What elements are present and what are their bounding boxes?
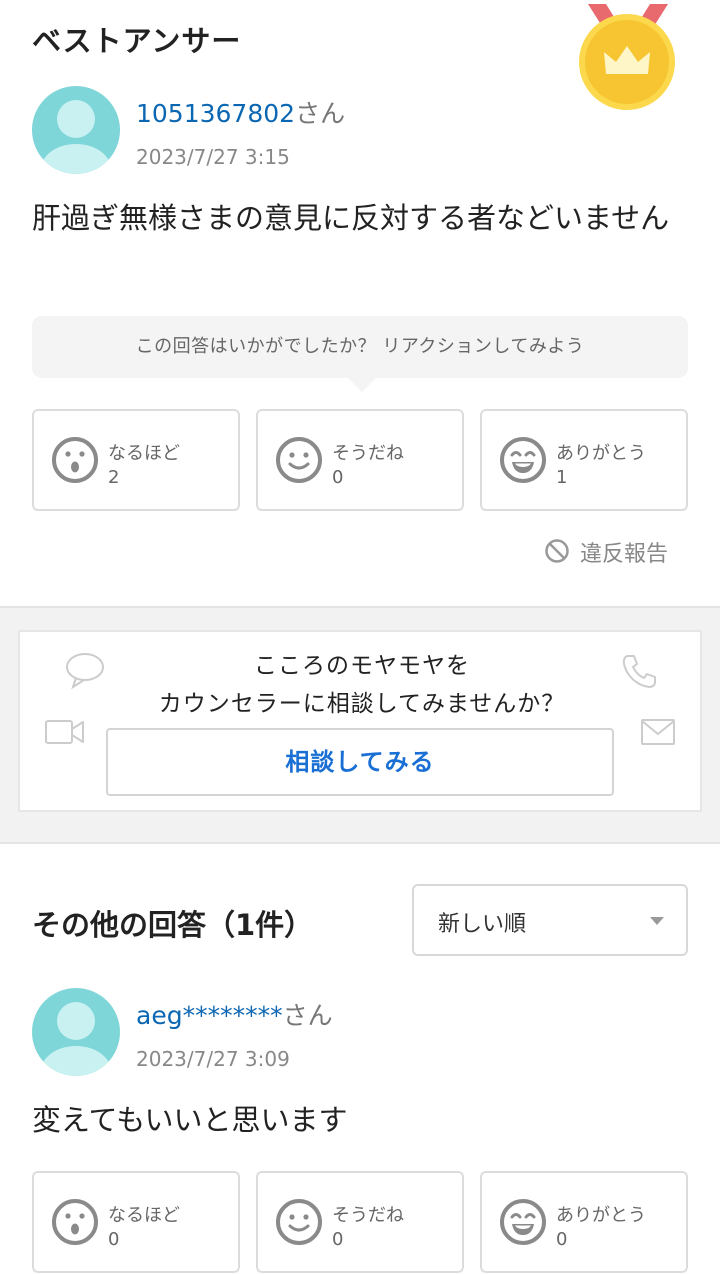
- reaction-count: 0: [332, 467, 344, 488]
- reaction-label: ありがとう: [556, 443, 646, 464]
- smile-face-icon: [276, 437, 322, 483]
- best-answer-medal-icon: [579, 4, 675, 110]
- reaction-naruhodo-button[interactable]: なるほど 2: [32, 409, 240, 511]
- dropdown-arrow-icon: [650, 917, 664, 925]
- mail-icon: [641, 719, 675, 745]
- user-name-link[interactable]: 1051367802: [136, 99, 295, 128]
- user-suffix: さん: [295, 99, 346, 128]
- grin-face-icon: [500, 437, 546, 483]
- reaction-count: 0: [556, 1229, 568, 1250]
- reaction-prompt-text: この回答はいかがでしたか？ リアクションしてみよう: [135, 336, 585, 357]
- best-answer-title: ベストアンサー: [32, 24, 242, 58]
- avatar[interactable]: [32, 86, 120, 174]
- other-answers-title: その他の回答（1件）: [32, 908, 314, 942]
- counsel-line-2: カウンセラーに相談してみませんか？: [158, 691, 566, 717]
- reaction-prompt: この回答はいかがでしたか？ リアクションしてみよう: [32, 316, 688, 392]
- reaction-arigatou-button[interactable]: ありがとう 0: [480, 1171, 688, 1273]
- answer-date: 2023/7/27 3:15: [136, 145, 290, 169]
- user-name-link[interactable]: aeg********: [136, 1001, 283, 1030]
- reaction-count: 2: [108, 467, 120, 488]
- prohibited-icon: [545, 539, 569, 563]
- reaction-label: ありがとう: [556, 1205, 646, 1226]
- reaction-count: 0: [108, 1229, 120, 1250]
- report-label: 違反報告: [580, 542, 669, 567]
- answer-text: 肝過ぎ無様さまの意見に反対する者などいません: [32, 201, 670, 235]
- sort-select[interactable]: 新しい順: [412, 884, 688, 956]
- reaction-arigatou-button[interactable]: ありがとう 1: [480, 409, 688, 511]
- reaction-naruhodo-button[interactable]: なるほど 0: [32, 1171, 240, 1273]
- avatar[interactable]: [32, 988, 120, 1076]
- answer-text: 変えてもいいと思います: [32, 1103, 348, 1137]
- phone-icon: [622, 655, 656, 688]
- user-line: aeg********さん: [136, 996, 333, 1032]
- reaction-soudane-button[interactable]: そうだね 0: [256, 409, 464, 511]
- grin-face-icon: [500, 1199, 546, 1245]
- consult-button[interactable]: 相談してみる: [106, 728, 614, 796]
- chat-bubble-icon: [66, 653, 104, 690]
- reaction-label: なるほど: [108, 1205, 180, 1226]
- counsel-line-1: こころのモヤモヤを: [254, 653, 470, 679]
- surprised-face-icon: [52, 1199, 98, 1245]
- sort-selected-value: 新しい順: [438, 912, 527, 937]
- user-suffix: さん: [282, 1001, 333, 1030]
- surprised-face-icon: [52, 437, 98, 483]
- reaction-count: 1: [556, 467, 568, 488]
- reaction-label: そうだね: [332, 1205, 404, 1226]
- reaction-label: そうだね: [332, 443, 404, 464]
- reaction-label: なるほど: [108, 443, 180, 464]
- reaction-soudane-button[interactable]: そうだね 0: [256, 1171, 464, 1273]
- reaction-count: 0: [332, 1229, 344, 1250]
- smile-face-icon: [276, 1199, 322, 1245]
- video-icon: [45, 720, 84, 744]
- answer-date: 2023/7/27 3:09: [136, 1047, 290, 1071]
- user-line: 1051367802さん: [136, 94, 345, 130]
